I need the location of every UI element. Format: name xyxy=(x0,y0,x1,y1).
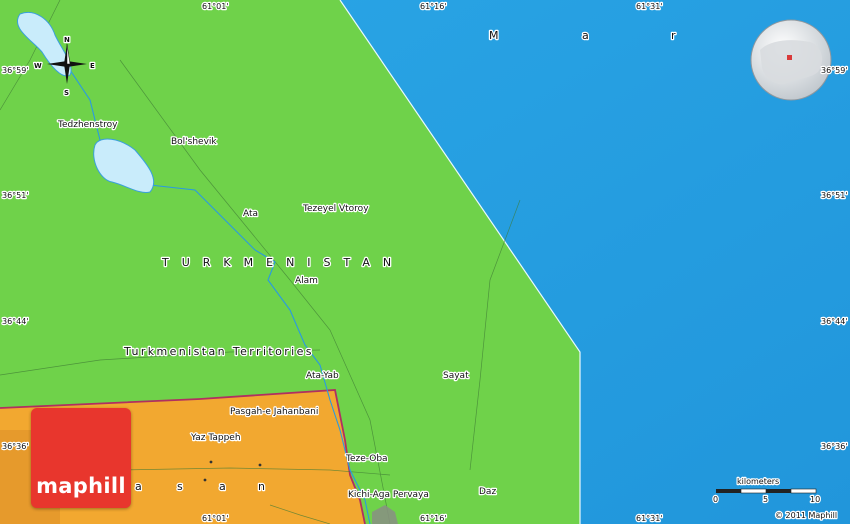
town-sayat[interactable]: Sayat xyxy=(442,370,471,383)
province-letter-2: s xyxy=(177,480,183,493)
copyright-text: © 2011 Maphill xyxy=(775,511,837,520)
town-ata[interactable]: Ata xyxy=(242,208,260,221)
sea-letter-3: r xyxy=(671,29,676,42)
coord-top-6101: 61°01' xyxy=(202,2,229,11)
territory-label: Turkmenistan Territories xyxy=(123,345,314,358)
scale-title: kilometers xyxy=(737,477,779,486)
compass-w-label: W xyxy=(34,62,42,70)
town-alam[interactable]: Alam xyxy=(294,275,319,288)
maphill-logo[interactable]: maphill xyxy=(31,408,131,508)
sea-letter-2: a xyxy=(582,29,589,42)
coord-right-3636: 36°36' xyxy=(821,442,848,451)
coord-bottom-6101: 61°01' xyxy=(202,514,229,523)
town-tezeyel-vtoroy[interactable]: Tezeyel Vtoroy xyxy=(301,203,371,216)
locator-globe xyxy=(750,19,832,101)
province-letter-4: n xyxy=(258,480,265,493)
scale-tick-0: 0 xyxy=(713,495,718,504)
town-yaz-tappeh[interactable]: Yaz Tappeh xyxy=(189,432,242,445)
coord-bottom-6131: 61°31' xyxy=(636,514,663,523)
coord-right-3659: 36°59' xyxy=(821,66,848,75)
maphill-logo-text: maphill xyxy=(36,474,126,498)
scale-bar-segment-4 xyxy=(790,488,817,494)
coord-bottom-6116: 61°16' xyxy=(420,514,447,523)
globe-location-marker xyxy=(787,55,792,60)
scale-bar-segment-1 xyxy=(716,489,741,493)
compass-n-label: N xyxy=(64,36,70,44)
town-pasgah[interactable]: Pasgah-e Jahanbani xyxy=(229,406,320,419)
scale-tick-10: 10 xyxy=(810,495,820,504)
town-bolshevik[interactable]: Bol'shevik xyxy=(170,136,219,149)
coord-right-3651: 36°51' xyxy=(821,191,848,200)
scale-tick-5: 5 xyxy=(763,495,768,504)
town-tedzhenstroy[interactable]: Tedzhenstroy xyxy=(56,119,120,132)
compass-s-label: S xyxy=(64,89,69,97)
compass-e-label: E xyxy=(90,62,95,70)
scale-bar-segment-3 xyxy=(766,489,791,493)
coord-left-3644: 36°44' xyxy=(2,317,29,326)
scale-bar-segment-2 xyxy=(740,488,767,494)
province-letter-1: a xyxy=(135,480,142,493)
coord-right-3644: 36°44' xyxy=(821,317,848,326)
coord-top-6131: 61°31' xyxy=(636,2,663,11)
town-ata-yab[interactable]: Ata-Yab xyxy=(305,370,340,383)
town-kichi-aga[interactable]: Kichi-Aga Pervaya xyxy=(347,489,430,502)
town-teze-oba[interactable]: Teze-Oba xyxy=(344,453,389,466)
country-label: TURKMENISTAN xyxy=(161,256,404,269)
coord-left-3636: 36°36' xyxy=(2,442,29,451)
coord-left-3659: 36°59' xyxy=(2,66,29,75)
coord-left-3651: 36°51' xyxy=(2,191,29,200)
coord-top-6116: 61°16' xyxy=(420,2,447,11)
sea-letter-1: M xyxy=(489,29,499,42)
town-daz[interactable]: Daz xyxy=(478,486,498,499)
province-letter-3: a xyxy=(219,480,226,493)
